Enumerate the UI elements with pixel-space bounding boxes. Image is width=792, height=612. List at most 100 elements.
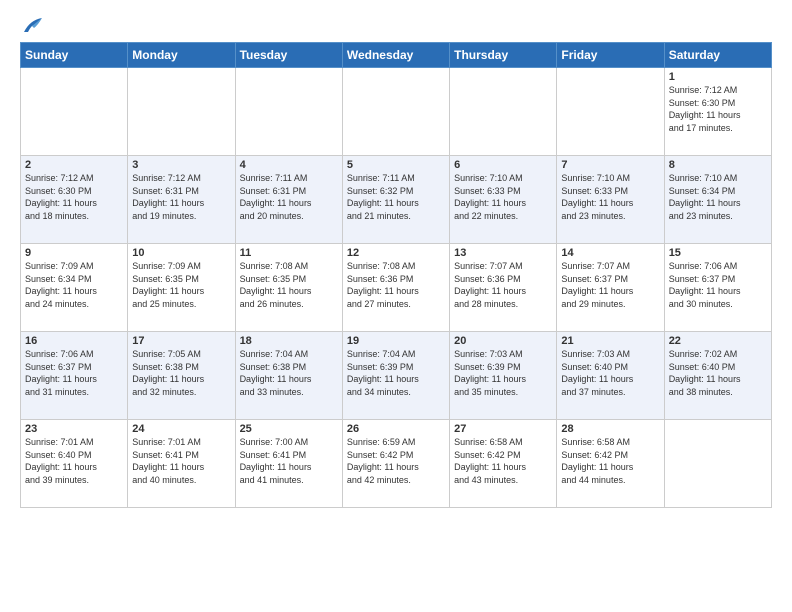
calendar-cell: 23Sunrise: 7:01 AM Sunset: 6:40 PM Dayli… [21, 420, 128, 508]
day-info: Sunrise: 6:58 AM Sunset: 6:42 PM Dayligh… [561, 436, 659, 486]
day-number: 7 [561, 159, 659, 171]
day-info: Sunrise: 7:00 AM Sunset: 6:41 PM Dayligh… [240, 436, 338, 486]
calendar-cell: 2Sunrise: 7:12 AM Sunset: 6:30 PM Daylig… [21, 156, 128, 244]
calendar-cell [342, 68, 449, 156]
day-number: 1 [669, 71, 767, 83]
col-header-monday: Monday [128, 43, 235, 68]
day-number: 14 [561, 247, 659, 259]
day-number: 13 [454, 247, 552, 259]
day-number: 18 [240, 335, 338, 347]
calendar-cell [128, 68, 235, 156]
day-number: 4 [240, 159, 338, 171]
day-number: 8 [669, 159, 767, 171]
col-header-sunday: Sunday [21, 43, 128, 68]
day-info: Sunrise: 7:07 AM Sunset: 6:36 PM Dayligh… [454, 260, 552, 310]
calendar-cell: 8Sunrise: 7:10 AM Sunset: 6:34 PM Daylig… [664, 156, 771, 244]
day-number: 2 [25, 159, 123, 171]
calendar-cell: 15Sunrise: 7:06 AM Sunset: 6:37 PM Dayli… [664, 244, 771, 332]
calendar-cell: 12Sunrise: 7:08 AM Sunset: 6:36 PM Dayli… [342, 244, 449, 332]
day-number: 10 [132, 247, 230, 259]
week-row-2: 9Sunrise: 7:09 AM Sunset: 6:34 PM Daylig… [21, 244, 772, 332]
day-info: Sunrise: 7:01 AM Sunset: 6:40 PM Dayligh… [25, 436, 123, 486]
calendar-header-row: SundayMondayTuesdayWednesdayThursdayFrid… [21, 43, 772, 68]
calendar-cell: 16Sunrise: 7:06 AM Sunset: 6:37 PM Dayli… [21, 332, 128, 420]
day-number: 21 [561, 335, 659, 347]
calendar-cell [557, 68, 664, 156]
calendar-cell: 19Sunrise: 7:04 AM Sunset: 6:39 PM Dayli… [342, 332, 449, 420]
calendar-cell: 24Sunrise: 7:01 AM Sunset: 6:41 PM Dayli… [128, 420, 235, 508]
day-info: Sunrise: 7:06 AM Sunset: 6:37 PM Dayligh… [669, 260, 767, 310]
day-info: Sunrise: 7:03 AM Sunset: 6:39 PM Dayligh… [454, 348, 552, 398]
calendar-cell: 27Sunrise: 6:58 AM Sunset: 6:42 PM Dayli… [450, 420, 557, 508]
calendar-cell: 13Sunrise: 7:07 AM Sunset: 6:36 PM Dayli… [450, 244, 557, 332]
day-info: Sunrise: 6:59 AM Sunset: 6:42 PM Dayligh… [347, 436, 445, 486]
day-number: 24 [132, 423, 230, 435]
day-info: Sunrise: 7:12 AM Sunset: 6:31 PM Dayligh… [132, 172, 230, 222]
day-number: 15 [669, 247, 767, 259]
day-number: 26 [347, 423, 445, 435]
logo-text [20, 16, 44, 34]
day-info: Sunrise: 7:08 AM Sunset: 6:35 PM Dayligh… [240, 260, 338, 310]
calendar: SundayMondayTuesdayWednesdayThursdayFrid… [20, 42, 772, 508]
calendar-cell: 10Sunrise: 7:09 AM Sunset: 6:35 PM Dayli… [128, 244, 235, 332]
day-info: Sunrise: 7:10 AM Sunset: 6:33 PM Dayligh… [454, 172, 552, 222]
day-info: Sunrise: 7:09 AM Sunset: 6:34 PM Dayligh… [25, 260, 123, 310]
day-number: 23 [25, 423, 123, 435]
day-info: Sunrise: 7:09 AM Sunset: 6:35 PM Dayligh… [132, 260, 230, 310]
col-header-saturday: Saturday [664, 43, 771, 68]
calendar-cell: 18Sunrise: 7:04 AM Sunset: 6:38 PM Dayli… [235, 332, 342, 420]
day-info: Sunrise: 7:04 AM Sunset: 6:39 PM Dayligh… [347, 348, 445, 398]
day-info: Sunrise: 7:10 AM Sunset: 6:33 PM Dayligh… [561, 172, 659, 222]
day-info: Sunrise: 7:12 AM Sunset: 6:30 PM Dayligh… [25, 172, 123, 222]
page: SundayMondayTuesdayWednesdayThursdayFrid… [0, 0, 792, 612]
calendar-cell: 22Sunrise: 7:02 AM Sunset: 6:40 PM Dayli… [664, 332, 771, 420]
day-number: 27 [454, 423, 552, 435]
day-number: 28 [561, 423, 659, 435]
day-info: Sunrise: 7:12 AM Sunset: 6:30 PM Dayligh… [669, 84, 767, 134]
calendar-cell: 5Sunrise: 7:11 AM Sunset: 6:32 PM Daylig… [342, 156, 449, 244]
calendar-cell: 1Sunrise: 7:12 AM Sunset: 6:30 PM Daylig… [664, 68, 771, 156]
day-number: 17 [132, 335, 230, 347]
calendar-cell: 28Sunrise: 6:58 AM Sunset: 6:42 PM Dayli… [557, 420, 664, 508]
day-info: Sunrise: 7:03 AM Sunset: 6:40 PM Dayligh… [561, 348, 659, 398]
calendar-cell: 25Sunrise: 7:00 AM Sunset: 6:41 PM Dayli… [235, 420, 342, 508]
day-info: Sunrise: 7:05 AM Sunset: 6:38 PM Dayligh… [132, 348, 230, 398]
day-info: Sunrise: 7:08 AM Sunset: 6:36 PM Dayligh… [347, 260, 445, 310]
day-number: 16 [25, 335, 123, 347]
calendar-cell: 17Sunrise: 7:05 AM Sunset: 6:38 PM Dayli… [128, 332, 235, 420]
calendar-cell: 21Sunrise: 7:03 AM Sunset: 6:40 PM Dayli… [557, 332, 664, 420]
day-number: 22 [669, 335, 767, 347]
day-info: Sunrise: 7:07 AM Sunset: 6:37 PM Dayligh… [561, 260, 659, 310]
col-header-wednesday: Wednesday [342, 43, 449, 68]
header [20, 16, 772, 32]
logo [20, 16, 44, 32]
day-info: Sunrise: 6:58 AM Sunset: 6:42 PM Dayligh… [454, 436, 552, 486]
calendar-cell [664, 420, 771, 508]
col-header-friday: Friday [557, 43, 664, 68]
day-number: 5 [347, 159, 445, 171]
day-number: 20 [454, 335, 552, 347]
calendar-cell [450, 68, 557, 156]
day-number: 12 [347, 247, 445, 259]
day-info: Sunrise: 7:02 AM Sunset: 6:40 PM Dayligh… [669, 348, 767, 398]
col-header-thursday: Thursday [450, 43, 557, 68]
col-header-tuesday: Tuesday [235, 43, 342, 68]
calendar-cell: 26Sunrise: 6:59 AM Sunset: 6:42 PM Dayli… [342, 420, 449, 508]
day-number: 3 [132, 159, 230, 171]
week-row-0: 1Sunrise: 7:12 AM Sunset: 6:30 PM Daylig… [21, 68, 772, 156]
week-row-4: 23Sunrise: 7:01 AM Sunset: 6:40 PM Dayli… [21, 420, 772, 508]
calendar-cell: 11Sunrise: 7:08 AM Sunset: 6:35 PM Dayli… [235, 244, 342, 332]
day-info: Sunrise: 7:11 AM Sunset: 6:31 PM Dayligh… [240, 172, 338, 222]
calendar-cell [21, 68, 128, 156]
day-number: 6 [454, 159, 552, 171]
day-number: 11 [240, 247, 338, 259]
calendar-cell: 20Sunrise: 7:03 AM Sunset: 6:39 PM Dayli… [450, 332, 557, 420]
calendar-cell [235, 68, 342, 156]
calendar-cell: 14Sunrise: 7:07 AM Sunset: 6:37 PM Dayli… [557, 244, 664, 332]
calendar-cell: 4Sunrise: 7:11 AM Sunset: 6:31 PM Daylig… [235, 156, 342, 244]
day-info: Sunrise: 7:10 AM Sunset: 6:34 PM Dayligh… [669, 172, 767, 222]
day-number: 25 [240, 423, 338, 435]
week-row-1: 2Sunrise: 7:12 AM Sunset: 6:30 PM Daylig… [21, 156, 772, 244]
logo-bird-icon [22, 16, 44, 34]
day-number: 9 [25, 247, 123, 259]
